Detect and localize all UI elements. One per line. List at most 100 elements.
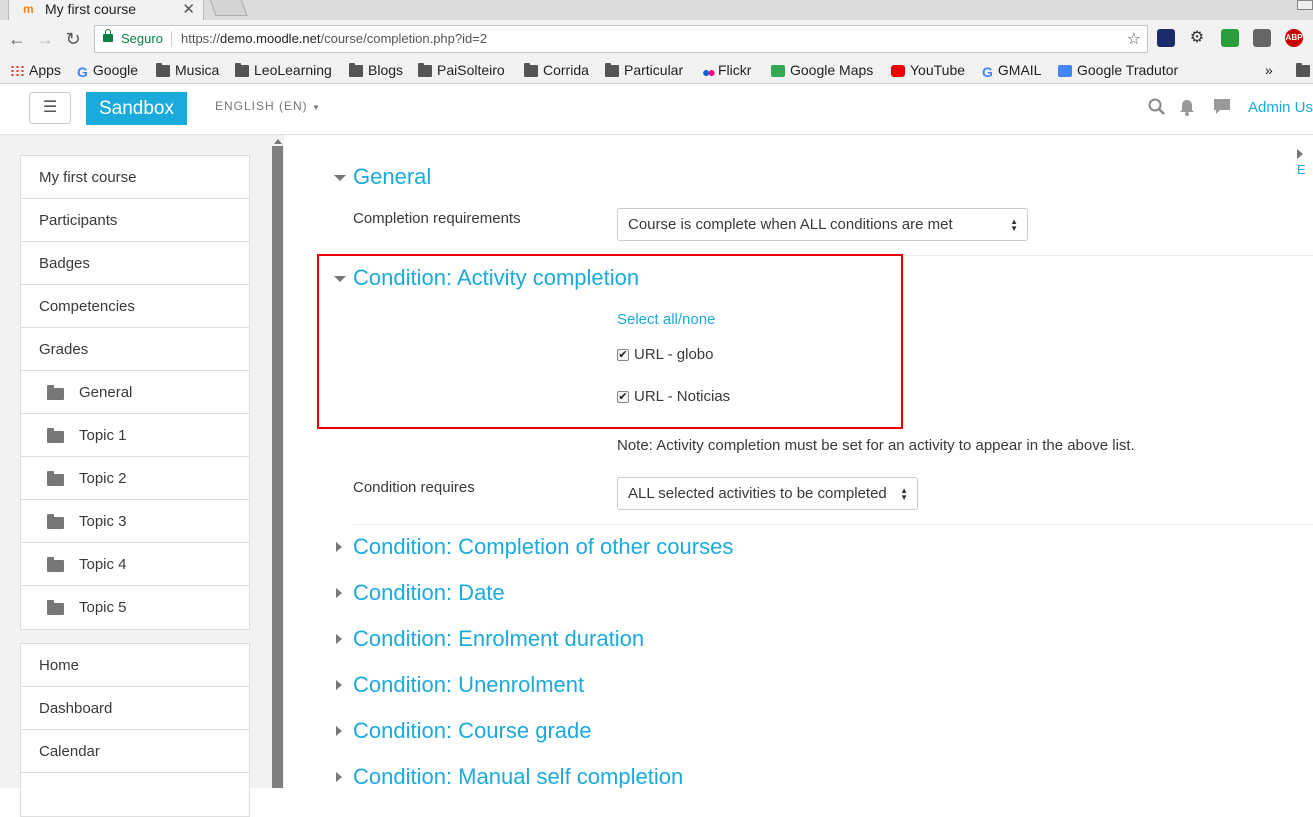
maps-icon [771, 65, 785, 77]
window-control-button[interactable] [1297, 0, 1313, 10]
nav-item-section-general[interactable]: General [21, 371, 249, 414]
bookmark-blogs[interactable]: Blogs [349, 62, 403, 80]
bookmark-gmail[interactable]: G GMAIL [982, 62, 1041, 80]
browser-toolbar: ← → ↻ Seguro https://demo.moodle.net/cou… [0, 20, 1313, 58]
bookmark-musica[interactable]: Musica [156, 62, 219, 80]
section-completion-other-courses-header[interactable]: Condition: Completion of other courses [334, 534, 733, 560]
nav-item-badges[interactable]: Badges [21, 242, 249, 285]
completion-requirements-label: Completion requirements [353, 210, 521, 227]
expand-triangle-icon [336, 634, 342, 644]
nav-item-dashboard[interactable]: Dashboard [21, 687, 249, 730]
bookmarks-bar: Apps G Google Musica LeoLearning Blogs Pa… [0, 58, 1313, 84]
address-separator [171, 31, 172, 47]
bookmark-leolearning[interactable]: LeoLearning [235, 62, 332, 80]
section-general-header[interactable]: General [334, 164, 431, 190]
activity-checkbox-row[interactable]: ✔ URL - Noticias [617, 388, 730, 405]
activity-checkbox-row[interactable]: ✔ URL - globo [617, 346, 713, 363]
gear-icon[interactable]: ⚙ [1188, 29, 1206, 47]
completion-requirements-select[interactable]: Course is complete when ALL conditions a… [617, 208, 1028, 241]
nav-item-calendar[interactable]: Calendar [21, 730, 249, 773]
nav-item-more[interactable] [21, 773, 249, 816]
url-host: demo.moodle.net [220, 31, 321, 46]
folder-icon [47, 385, 64, 400]
nav-item-competencies[interactable]: Competencies [21, 285, 249, 328]
search-icon[interactable] [1148, 98, 1166, 121]
bookmark-youtube[interactable]: YouTube [891, 62, 965, 80]
youtube-icon [891, 65, 905, 77]
expand-triangle-icon [336, 772, 342, 782]
messages-icon[interactable] [1213, 98, 1231, 121]
nav-item-topic-3[interactable]: Topic 3 [21, 500, 249, 543]
bookmark-google-tradutor[interactable]: Google Tradutor [1058, 62, 1178, 80]
forward-arrow-icon[interactable]: → [34, 28, 56, 50]
bookmark-paisolteiro[interactable]: PaiSolteiro [418, 62, 505, 80]
extension-icon[interactable] [1157, 29, 1175, 47]
condition-requires-select[interactable]: ALL selected activities to be completed … [617, 477, 918, 510]
address-bar[interactable]: Seguro https://demo.moodle.net/course/co… [94, 25, 1148, 53]
expand-triangle-icon [336, 726, 342, 736]
section-enrolment-duration-header[interactable]: Condition: Enrolment duration [334, 626, 644, 652]
nav-item-grades[interactable]: Grades [21, 328, 249, 371]
close-tab-icon[interactable]: ✕ [182, 0, 195, 18]
nav-item-my-first-course[interactable]: My first course [21, 156, 249, 199]
course-nav-list: My first course Participants Badges Comp… [20, 155, 250, 630]
nav-item-participants[interactable]: Participants [21, 199, 249, 242]
condition-requires-label: Condition requires [353, 479, 475, 496]
extension-grey-icon[interactable] [1253, 29, 1271, 47]
expand-all-link[interactable]: E [1297, 147, 1313, 177]
collapse-triangle-icon [334, 175, 346, 181]
bookmark-star-icon[interactable]: ☆ [1127, 29, 1141, 49]
browser-tab-active[interactable]: m My first course ✕ [8, 0, 204, 20]
extension-green-icon[interactable] [1221, 29, 1239, 47]
checkbox-checked[interactable]: ✔ [617, 349, 629, 361]
tab-title: My first course [45, 1, 137, 17]
main-content: E General Completion requirements Course… [313, 135, 1313, 788]
folder-icon [47, 471, 64, 486]
nav-item-home[interactable]: Home [21, 644, 249, 687]
section-manual-self-completion-header[interactable]: Condition: Manual self completion [334, 764, 683, 788]
back-arrow-icon[interactable]: ← [6, 28, 28, 50]
section-unenrolment-header[interactable]: Condition: Unenrolment [334, 672, 584, 698]
nav-drawer-toggle-button[interactable]: ☰ [29, 92, 71, 124]
select-all-none-link[interactable]: Select all/none [617, 311, 715, 328]
secure-label: Seguro [121, 31, 163, 46]
url-path: /course/completion.php?id=2 [320, 31, 488, 46]
url-text[interactable]: https://demo.moodle.net/course/completio… [181, 31, 487, 46]
bookmark-google[interactable]: G Google [77, 62, 138, 80]
activity-completion-note: Note: Activity completion must be set fo… [617, 437, 1135, 454]
adblock-icon[interactable]: ABP [1285, 29, 1303, 47]
folder-icon [47, 557, 64, 572]
folder-icon [524, 63, 538, 77]
section-course-grade-header[interactable]: Condition: Course grade [334, 718, 591, 744]
notification-bell-icon[interactable] [1179, 98, 1195, 121]
site-brand[interactable]: Sandbox [86, 92, 187, 125]
nav-item-topic-2[interactable]: Topic 2 [21, 457, 249, 500]
drawer-scrollbar[interactable] [272, 146, 283, 788]
nav-item-topic-1[interactable]: Topic 1 [21, 414, 249, 457]
moodle-navbar: ☰ Sandbox ENGLISH (EN) ▼ Admin Us [0, 85, 1313, 135]
nav-item-topic-5[interactable]: Topic 5 [21, 586, 249, 629]
language-label: ENGLISH (EN) [215, 99, 308, 113]
language-menu[interactable]: ENGLISH (EN) ▼ [215, 99, 321, 113]
section-date-header[interactable]: Condition: Date [334, 580, 505, 606]
bookmark-google-maps[interactable]: Google Maps [771, 62, 873, 80]
bookmark-corrida[interactable]: Corrida [524, 62, 589, 80]
bookmark-flickr[interactable]: ●● Flickr [702, 62, 751, 80]
folder-icon [47, 428, 64, 443]
scrollbar-up-arrow[interactable] [274, 139, 282, 144]
select-arrows-icon: ▲ ▼ [900, 486, 908, 502]
site-nav-list: Home Dashboard Calendar [20, 643, 250, 817]
checkbox-checked[interactable]: ✔ [617, 391, 629, 403]
select-arrows-icon: ▲ ▼ [1010, 217, 1018, 233]
other-bookmarks-folder[interactable] [1296, 62, 1313, 80]
new-tab-button[interactable] [208, 0, 248, 16]
translate-icon [1058, 65, 1072, 77]
bookmarks-overflow-icon[interactable]: » [1265, 62, 1273, 80]
nav-item-topic-4[interactable]: Topic 4 [21, 543, 249, 586]
user-menu[interactable]: Admin Us [1248, 99, 1313, 116]
bookmark-particular[interactable]: Particular [605, 62, 683, 80]
collapse-triangle-icon [334, 276, 346, 282]
section-activity-completion-header[interactable]: Condition: Activity completion [334, 265, 639, 291]
reload-icon[interactable]: ↻ [62, 28, 84, 50]
bookmark-apps[interactable]: Apps [10, 62, 61, 80]
